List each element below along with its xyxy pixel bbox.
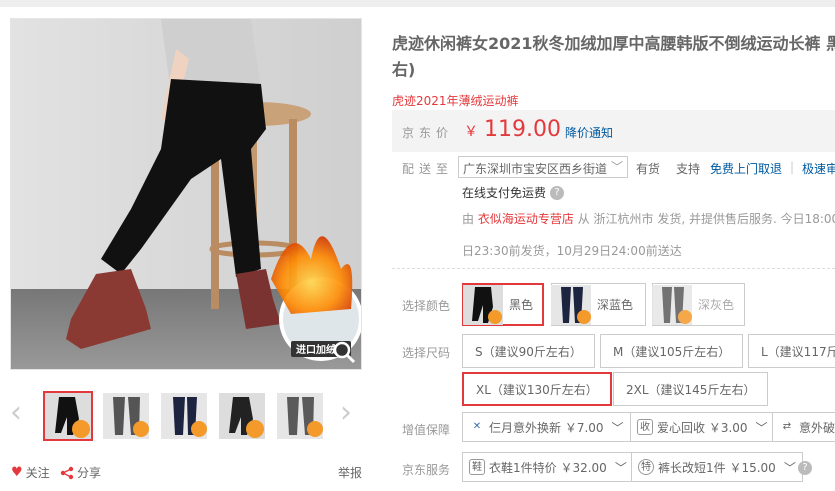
thumbnail-strip (43, 391, 325, 441)
color-option-label: 深灰色 (698, 298, 735, 312)
share-button[interactable]: 分享 (60, 464, 101, 481)
currency-symbol: ￥ (464, 124, 478, 140)
chevron-down-icon: ﹀ (614, 460, 627, 475)
size-option-l[interactable]: L（建议117斤 (748, 334, 835, 368)
color-option-gray[interactable]: 深灰色 (652, 283, 745, 326)
shipping-label: 配送至 (402, 162, 454, 176)
size-option-s[interactable]: S（建议90斤左右） (462, 334, 595, 368)
free-shipping-text: 在线支付免运费 (462, 186, 547, 200)
thumbnail-5[interactable] (275, 391, 325, 441)
separator: | (790, 160, 795, 174)
thumbnail-2[interactable] (101, 391, 151, 441)
clothes-icon: 鞋 (469, 459, 485, 475)
free-pickup-link[interactable]: 免费上门取退 (710, 160, 782, 177)
zoom-icon[interactable] (331, 339, 357, 365)
size-option-xl[interactable]: XL（建议130斤左右） (462, 372, 612, 406)
thumbnail-1[interactable] (43, 391, 93, 441)
jd-service-option-hem[interactable]: 特 裤长改短1件 ￥15.00 ﹀ (631, 452, 803, 482)
from-suffix: 从 浙江杭州市 发货, 并提供售后服务. 今日18:00 (577, 212, 835, 226)
top-bar (0, 0, 835, 7)
thumbnail-3[interactable] (159, 391, 209, 441)
product-subtitle[interactable]: 虎迹2021年薄绒运动裤 (392, 92, 519, 109)
value-added-text: 仨月意外换新 ￥7.00 (489, 420, 604, 435)
color-option-black[interactable]: 黑色 (462, 283, 544, 326)
help-icon[interactable]: ? (798, 461, 812, 475)
share-icon (60, 466, 74, 479)
thumbnail-4[interactable] (217, 391, 267, 441)
jd-service-text: 衣鞋1件特价 ￥32.00 (489, 460, 607, 475)
chevron-down-icon: ﹀ (755, 420, 768, 435)
chevron-down-icon: ﹀ (783, 460, 796, 475)
size-option-m[interactable]: M（建议105斤左右） (600, 334, 744, 368)
stock-status: 有货 (636, 162, 661, 176)
jd-service-label: 京东服务 (402, 463, 451, 477)
color-option-label: 黑色 (509, 298, 534, 312)
recycle-icon: 收 (637, 419, 653, 435)
chevron-down-icon: ﹀ (611, 420, 624, 435)
seller-line: 由 衣似海运动专营店 从 浙江杭州市 发货, 并提供售后服务. 今日18:00 (462, 210, 835, 227)
jd-service-text: 裤长改短1件 ￥15.00 (658, 460, 776, 475)
value-added-text: 爱心回收 ￥3.00 (657, 420, 748, 435)
product-title: 虎迹休闲裤女2021秋冬加绒加厚中高腰韩版不倒绒运动长裤 黑色 (392, 34, 835, 53)
delivery-time: 日23:30前发货，10月29日24:00前送达 (462, 244, 682, 258)
report-link[interactable]: 举报 (338, 464, 362, 481)
color-label: 选择颜色 (402, 299, 451, 313)
follow-button[interactable]: ♥ 关注 (11, 464, 50, 481)
store-link[interactable]: 衣似海运动专营店 (478, 212, 574, 226)
from-prefix: 由 (462, 212, 475, 226)
value-added-option-damage[interactable]: ⇄ 意外破 (772, 412, 835, 442)
size-option-2xl[interactable]: 2XL（建议145斤左右） (613, 372, 769, 406)
follow-label: 关注 (25, 466, 50, 480)
promo-badge-text: 进口加绒 (296, 343, 336, 356)
price-notify-link[interactable]: 降价通知 (565, 124, 613, 141)
gallery-next-arrow[interactable]: › (340, 398, 352, 428)
share-label: 分享 (77, 466, 102, 480)
size-label: 选择尺码 (402, 346, 451, 360)
price-value: ￥ 119.00 (464, 117, 561, 142)
jd-service-option-clothes[interactable]: 鞋 衣鞋1件特价 ￥32.00 ﹀ (462, 452, 634, 482)
color-option-label: 深蓝色 (597, 298, 634, 312)
price-amount: 119.00 (484, 117, 561, 142)
value-added-option-recycle[interactable]: 收 爱心回收 ￥3.00 ﹀ (630, 412, 775, 442)
help-icon[interactable]: ? (550, 185, 565, 200)
main-product-image[interactable]: 进口加绒 (10, 18, 362, 370)
chevron-down-icon: ﹀ (610, 160, 623, 174)
free-shipping-line: 在线支付免运费 ? (462, 184, 565, 201)
heart-icon: ♥ (11, 465, 23, 480)
address-select[interactable]: 广东深圳市宝安区西乡街道 ﹀ (458, 156, 628, 178)
price-label: 京东价 (402, 126, 454, 140)
special-icon: 特 (638, 459, 654, 475)
value-added-option-replace[interactable]: ✕ 仨月意外换新 ￥7.00 ﹀ (462, 412, 631, 442)
divider (392, 268, 835, 269)
color-option-navy[interactable]: 深蓝色 (551, 283, 646, 326)
express-link[interactable]: 极速审 (802, 160, 835, 177)
value-added-text: 意外破 (798, 420, 835, 435)
support-label: 支持 (676, 162, 701, 176)
exchange-icon: ⇄ (782, 421, 792, 432)
tools-icon: ✕ (472, 421, 482, 432)
product-title-line2: 右) (392, 60, 416, 79)
gallery-prev-arrow[interactable]: ‹ (10, 398, 22, 428)
value-added-label: 增值保障 (402, 423, 451, 437)
address-value: 广东深圳市宝安区西乡街道 (463, 162, 608, 176)
price-box: 京东价 ￥ 119.00 降价通知 (392, 110, 835, 152)
